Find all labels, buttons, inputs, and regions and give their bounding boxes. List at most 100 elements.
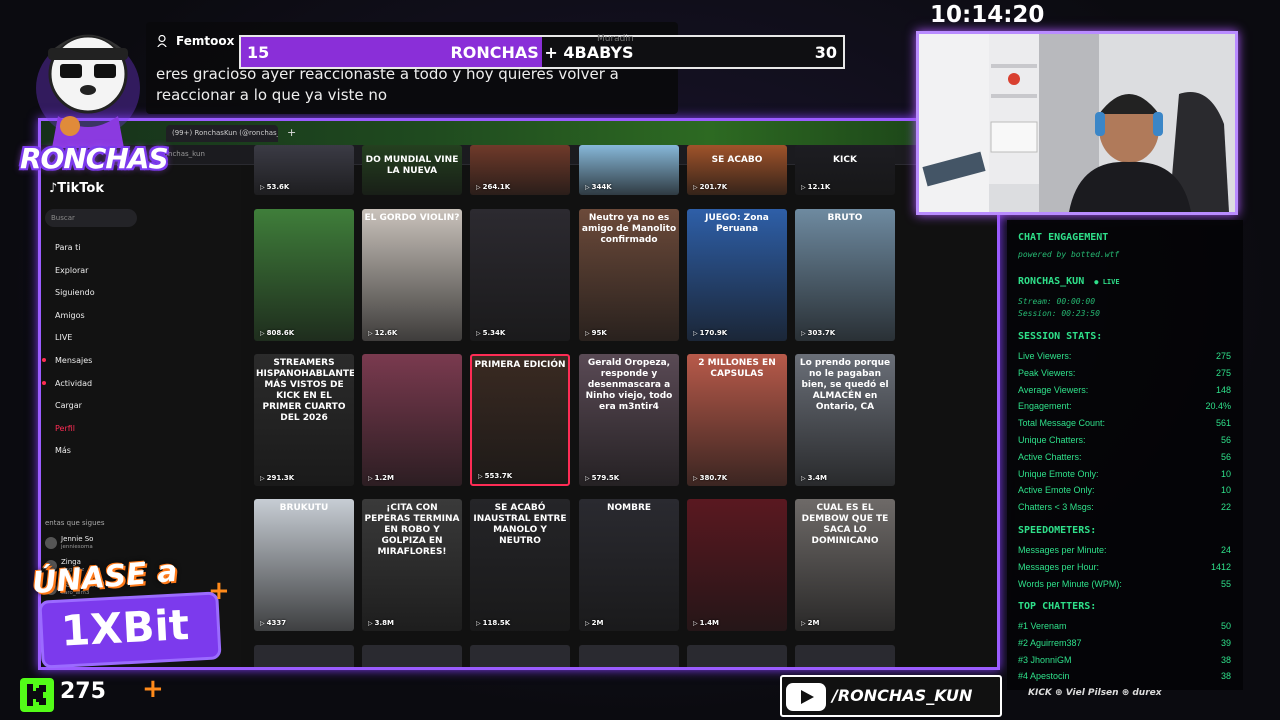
video-tile[interactable]: CUAL ES EL DEMBOW QUE TE SACA LO DOMINIC… [795, 499, 895, 631]
channel-name: RONCHAS_KUN [1018, 276, 1085, 287]
view-count: ▷ 1.2M [368, 474, 394, 482]
stats-channel: RONCHAS_KUN ● LIVE [1018, 276, 1120, 287]
video-caption: BRUKUTU [279, 503, 329, 513]
stat-label: Chatters < 3 Msgs: [1018, 502, 1094, 513]
promo-badge: 1XBit [38, 591, 222, 669]
video-tile[interactable]: BRUKUTU ▷ 4337 [254, 499, 354, 631]
video-tile[interactable]: EL GORDO VIOLIN? ▷ 12.6K [362, 209, 462, 341]
avatar [45, 537, 57, 549]
play-icon: ▷ [478, 473, 483, 480]
video-tile[interactable]: DO MUNDIAL VINE LA NUEVA [362, 145, 462, 195]
search-input[interactable]: Buscar [45, 209, 137, 227]
plus-icon: + [142, 674, 164, 704]
stat-value: 56 [1220, 435, 1231, 445]
stat-label: #2 Aguirrem387 [1018, 637, 1082, 648]
view-count: ▷ 5.34K [476, 329, 505, 337]
tiktok-logo[interactable]: ♪TikTok [49, 181, 104, 196]
sidebar-item-2[interactable]: Siguiendo [55, 288, 95, 297]
video-tile[interactable] [795, 645, 895, 667]
play-icon: ▷ [476, 184, 481, 191]
video-caption: PRIMERA EDICIÓN [474, 360, 566, 370]
stat-label: Messages per Minute: [1018, 545, 1107, 555]
view-count: ▷ 4337 [260, 619, 286, 627]
video-tile[interactable]: 2 MILLONES EN CAPSULAS ▷ 380.7K [687, 354, 787, 486]
following-name: Jennie So [61, 535, 94, 543]
video-tile[interactable] [362, 645, 462, 667]
video-tile[interactable]: KICK ▷ 12.1K [795, 145, 895, 195]
video-tile[interactable]: ▷ 808.6K [254, 209, 354, 341]
view-count-value: 579.5K [591, 474, 620, 482]
sidebar-item-7[interactable]: Cargar [55, 401, 82, 410]
stat-row: #2 Aguirrem387 39 [1018, 638, 1231, 650]
view-count-value: 1.4M [699, 619, 719, 627]
video-tile[interactable]: ¡CITA CON PEPERAS TERMINA EN ROBO Y GOLP… [362, 499, 462, 631]
view-count: ▷ 95K [585, 329, 607, 337]
view-count-value: 3.8M [374, 619, 394, 627]
view-count: ▷ 3.4M [801, 474, 827, 482]
stat-value: 1412 [1210, 561, 1231, 572]
kick-icon [20, 678, 54, 712]
video-tile[interactable]: ▷ 264.1K [470, 145, 570, 195]
video-tile[interactable]: ▷ 53.6K [254, 145, 354, 195]
view-count: ▷ 380.7K [693, 474, 727, 482]
sidebar-item-4[interactable]: LIVE [55, 333, 72, 342]
sidebar-item-3[interactable]: Amigos [55, 311, 85, 320]
new-tab-button[interactable]: + [287, 126, 296, 139]
following-title: entas que sigues [45, 519, 105, 527]
video-tile[interactable]: ▷ 344K [579, 145, 679, 195]
stat-value: 24 [1220, 545, 1231, 555]
stat-row: Total Message Count: 561 [1018, 418, 1231, 430]
video-tile[interactable]: PRIMERA EDICIÓN ▷ 553.7K [470, 354, 570, 486]
video-tile[interactable]: SE ACABÓ INAUSTRAL ENTRE MANOLO Y NEUTRO… [470, 499, 570, 631]
view-count-value: 5.34K [482, 329, 506, 337]
sidebar-item-8[interactable]: Perfil [55, 424, 75, 433]
video-tile[interactable]: Lo prendo porque no le pagaban bien, se … [795, 354, 895, 486]
play-icon: ▷ [476, 330, 481, 337]
video-caption: KICK [833, 155, 857, 165]
sidebar-item-6[interactable]: Actividad [55, 379, 92, 388]
stat-label: Average Viewers: [1018, 384, 1089, 395]
sidebar-item-9[interactable]: Más [55, 446, 71, 455]
play-icon: ▷ [801, 620, 806, 627]
video-tile[interactable] [579, 645, 679, 667]
video-tile[interactable] [687, 645, 787, 667]
video-tile[interactable]: ▷ 5.34K [470, 209, 570, 341]
following-account[interactable]: Jennie So jenniesoma [45, 535, 235, 557]
video-tile[interactable]: Neutro ya no es amigo de Manolito confir… [579, 209, 679, 341]
stat-value: 56 [1220, 451, 1231, 462]
sidebar-item-1[interactable]: Explorar [55, 266, 88, 275]
stat-value: 275 [1215, 351, 1231, 361]
session-time: Session: 00:23:50 [1018, 309, 1100, 318]
stat-label: Total Message Count: [1018, 418, 1106, 429]
stat-row: Active Chatters: 56 [1018, 452, 1231, 464]
video-tile[interactable]: Gerald Oropeza, responde y desenmascara … [579, 354, 679, 486]
stat-row: #3 JhonniGM 38 [1018, 655, 1231, 667]
stat-value: 561 [1215, 418, 1231, 429]
view-count-value: 553.7K [484, 472, 513, 480]
stat-label: Active Emote Only: [1018, 485, 1095, 496]
stat-label: Messages per Hour: [1018, 561, 1100, 572]
stream-overlay: (99+) RonchasKun (@ronchas_k + ronchas_k… [0, 0, 1280, 720]
stats-title: CHAT ENGAGEMENT [1018, 232, 1109, 243]
play-icon: ▷ [260, 330, 265, 337]
video-tile[interactable]: ▷ 1.4M [687, 499, 787, 631]
video-tile[interactable] [470, 645, 570, 667]
video-tile[interactable]: STREAMERS HISPANOHABLANTES MÁS VISTOS DE… [254, 354, 354, 486]
sidebar-item-5[interactable]: Mensajes [55, 356, 92, 365]
video-tile[interactable]: ▷ 1.2M [362, 354, 462, 486]
play-icon: ▷ [260, 184, 265, 191]
video-tile[interactable] [254, 645, 354, 667]
video-tile[interactable]: NOMBRE ▷ 2M [579, 499, 679, 631]
video-tile[interactable]: BRUTO ▷ 303.7K [795, 209, 895, 341]
browser-tab[interactable]: (99+) RonchasKun (@ronchas_k [166, 125, 278, 142]
video-caption: JUEGO: Zona Peruana [705, 213, 769, 234]
live-label: LIVE [1102, 278, 1120, 286]
view-count-value: 201.7K [699, 183, 728, 191]
video-tile[interactable]: SE ACABO ▷ 201.7K [687, 145, 787, 195]
notification-dot-icon [42, 358, 46, 362]
view-count-value: 2M [807, 619, 820, 627]
video-caption: DO MUNDIAL VINE LA NUEVA [365, 155, 459, 176]
sidebar-item-0[interactable]: Para ti [55, 243, 80, 252]
video-tile[interactable]: JUEGO: Zona Peruana ▷ 170.9K [687, 209, 787, 341]
stat-value: 275 [1215, 367, 1231, 378]
